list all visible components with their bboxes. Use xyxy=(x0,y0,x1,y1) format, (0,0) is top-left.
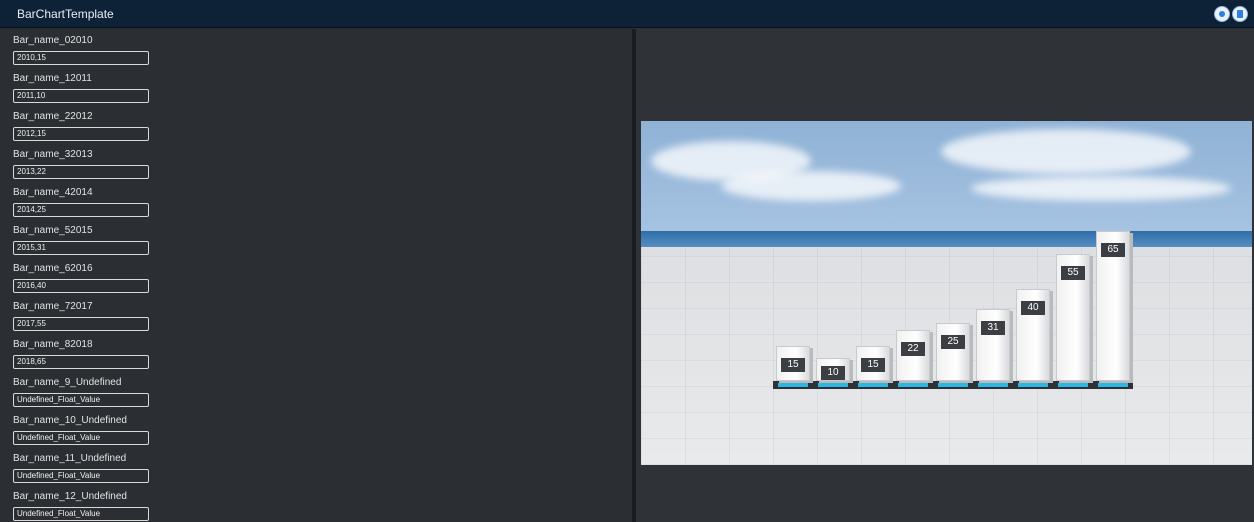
field-label: Bar_name_82018 xyxy=(13,339,93,350)
bar-base-2014 xyxy=(933,381,973,389)
field-input[interactable]: Undefined_Float_Value xyxy=(13,393,149,407)
bar-base-tag xyxy=(1058,383,1088,387)
bar-base-2012 xyxy=(853,381,893,389)
bar-value-label: 31 xyxy=(981,321,1005,336)
bar-base-tag xyxy=(778,383,808,387)
field-input[interactable]: 2010,15 xyxy=(13,51,149,65)
bar-base-tag xyxy=(818,383,848,387)
cloud xyxy=(971,176,1231,201)
bar-2015 xyxy=(976,309,1010,381)
delete-icon[interactable] xyxy=(1232,6,1248,22)
field-input[interactable]: Undefined_Float_Value xyxy=(13,431,149,445)
field-label: Bar_name_10_Undefined xyxy=(13,415,127,426)
field-bar-4: Bar_name_42014 2014,25 xyxy=(13,186,153,217)
field-label: Bar_name_72017 xyxy=(13,301,93,312)
bar-2014 xyxy=(936,323,970,381)
field-input[interactable]: 2011,10 xyxy=(13,89,149,103)
bar-base-tag xyxy=(978,383,1008,387)
bar-base-2017 xyxy=(1053,381,1093,389)
bar-base-2010 xyxy=(773,381,813,389)
window-title: BarChartTemplate xyxy=(17,7,114,21)
field-input[interactable]: 2015,31 xyxy=(13,241,149,255)
field-input[interactable]: 2017,55 xyxy=(13,317,149,331)
field-label: Bar_name_42014 xyxy=(13,187,93,198)
field-input[interactable]: 2016,40 xyxy=(13,279,149,293)
bar-value-label: 65 xyxy=(1101,243,1125,257)
field-bar-1: Bar_name_12011 2011,10 xyxy=(13,72,153,103)
bar-base-tag xyxy=(938,383,968,387)
title-bar: BarChartTemplate xyxy=(0,0,1254,28)
field-label: Bar_name_11_Undefined xyxy=(13,453,127,464)
field-label: Bar_name_02010 xyxy=(13,35,93,46)
bar-base-2011 xyxy=(813,381,853,389)
field-label: Bar_name_9_Undefined xyxy=(13,377,122,388)
field-label: Bar_name_22012 xyxy=(13,111,93,122)
bar-base-tag xyxy=(898,383,928,387)
field-bar-2: Bar_name_22012 2012,15 xyxy=(13,110,153,141)
bar-base-2016 xyxy=(1013,381,1053,389)
field-label: Bar_name_32013 xyxy=(13,149,93,160)
bar-base-2013 xyxy=(893,381,933,389)
field-input[interactable]: 2014,25 xyxy=(13,203,149,217)
bar-value-label: 15 xyxy=(861,357,885,372)
3d-chart-viewport[interactable]: 15 10 15 22 25 31 40 55 65 xyxy=(641,121,1252,465)
cloud xyxy=(941,129,1191,174)
field-label: Bar_name_12011 xyxy=(13,73,92,84)
bar-value-label: 22 xyxy=(901,342,925,357)
field-input[interactable]: Undefined_Float_Value xyxy=(13,507,149,521)
bar-base-tag xyxy=(1018,383,1048,387)
field-input[interactable]: 2013,22 xyxy=(13,165,149,179)
field-input[interactable]: 2018,65 xyxy=(13,355,149,369)
field-bar-6: Bar_name_62016 2016,40 xyxy=(13,262,153,293)
bar-value-label: 25 xyxy=(941,335,965,350)
bar-value-label: 10 xyxy=(821,365,845,380)
bar-base-tag xyxy=(1098,383,1128,387)
field-bar-8: Bar_name_82018 2018,65 xyxy=(13,338,153,369)
bar-base-2015 xyxy=(973,381,1013,389)
bar-base-2018 xyxy=(1093,381,1133,389)
bar-value-label: 15 xyxy=(781,357,805,372)
settings-icon[interactable] xyxy=(1214,6,1230,22)
field-input[interactable]: Undefined_Float_Value xyxy=(13,469,149,483)
field-bar-12: Bar_name_12_Undefined Undefined_Float_Va… xyxy=(13,490,153,521)
field-label: Bar_name_12_Undefined xyxy=(13,491,127,502)
bar-value-label: 55 xyxy=(1061,266,1085,281)
bar-base-tag xyxy=(858,383,888,387)
field-bar-0: Bar_name_02010 2010,15 xyxy=(13,34,153,65)
field-label: Bar_name_62016 xyxy=(13,263,93,274)
field-bar-7: Bar_name_72017 2017,55 xyxy=(13,300,153,331)
field-bar-10: Bar_name_10_Undefined Undefined_Float_Va… xyxy=(13,414,153,445)
field-bar-5: Bar_name_52015 2015,31 xyxy=(13,224,153,255)
field-input[interactable]: 2012,15 xyxy=(13,127,149,141)
field-label: Bar_name_52015 xyxy=(13,225,93,236)
bar-value-label: 40 xyxy=(1021,300,1045,315)
field-bar-9: Bar_name_9_Undefined Undefined_Float_Val… xyxy=(13,376,153,407)
field-bar-3: Bar_name_32013 2013,22 xyxy=(13,148,153,179)
cloud xyxy=(721,171,901,201)
field-bar-11: Bar_name_11_Undefined Undefined_Float_Va… xyxy=(13,452,153,483)
